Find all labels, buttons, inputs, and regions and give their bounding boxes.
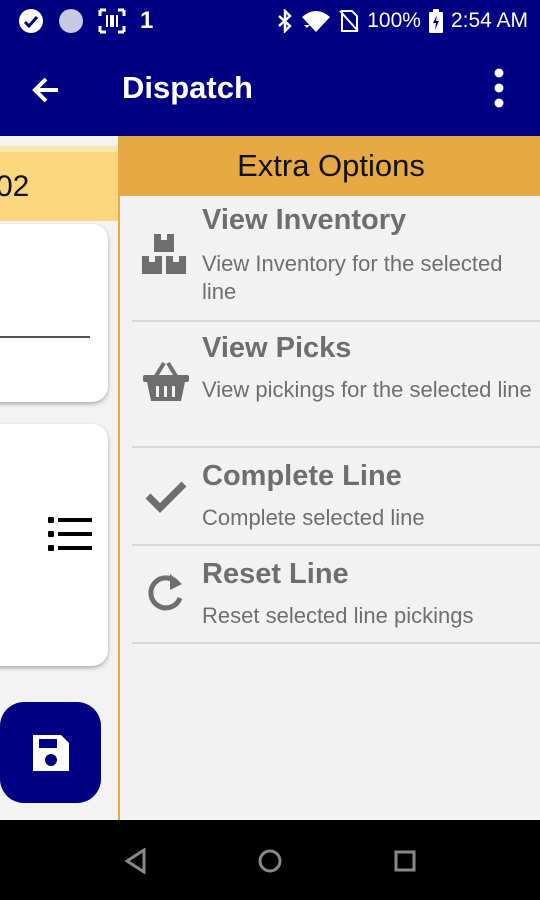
no-sim-icon: [339, 9, 359, 33]
battery-percent: 100%: [367, 9, 421, 32]
more-vert-icon: [494, 68, 504, 108]
option-view-picks[interactable]: View Picks View pickings for the selecte…: [132, 322, 540, 448]
save-icon: [33, 735, 69, 771]
option-title: View Picks: [202, 332, 352, 364]
option-reset-line[interactable]: Reset Line Reset selected line pickings: [132, 546, 540, 644]
list-icon[interactable]: [48, 516, 92, 552]
option-description: View Inventory for the selected line: [202, 251, 503, 304]
navigation-bar: [0, 820, 540, 900]
input-card[interactable]: [0, 224, 108, 402]
back-nav-icon[interactable]: [124, 848, 148, 874]
option-title: View Inventory: [202, 204, 407, 236]
option-description: View pickings for the selected line: [202, 377, 532, 402]
arrow-left-icon: [32, 77, 58, 103]
list-card[interactable]: [0, 424, 108, 666]
sync-icon: [18, 8, 44, 34]
basket-icon: [142, 358, 190, 406]
more-options-button[interactable]: [484, 66, 514, 110]
save-button[interactable]: [0, 702, 101, 803]
line-header-text: 02: [0, 170, 30, 203]
recents-nav-icon[interactable]: [393, 849, 417, 873]
circle-icon: [58, 8, 84, 34]
barcode-scanner-icon: [98, 8, 126, 34]
app-bar: Dispatch: [0, 42, 540, 136]
option-view-inventory[interactable]: View Inventory View Inventory for the se…: [132, 196, 540, 322]
boxes-icon: [142, 230, 190, 278]
option-description: Reset selected line pickings: [202, 603, 474, 628]
extra-options-drawer: Extra Options View Inventory View Invent…: [118, 136, 540, 820]
input-underline: [0, 336, 90, 338]
redo-icon: [142, 568, 190, 616]
option-title: Complete Line: [202, 460, 402, 492]
home-nav-icon[interactable]: [257, 848, 283, 874]
clock: 2:54 AM: [450, 9, 528, 32]
line-header: 02: [0, 146, 120, 221]
check-icon: [142, 472, 190, 520]
back-button[interactable]: [28, 70, 68, 110]
status-bar: 1 100% 2:54 AM: [0, 0, 540, 42]
option-description: Complete selected line: [202, 505, 425, 530]
notification-count: 1: [140, 7, 154, 34]
background-screen: 02: [0, 136, 120, 820]
bluetooth-icon: [277, 9, 293, 33]
page-title: Dispatch: [122, 70, 253, 105]
drawer-header: Extra Options: [120, 136, 540, 196]
option-title: Reset Line: [202, 558, 349, 590]
wifi-icon: [301, 9, 331, 33]
battery-charging-icon: [428, 9, 443, 33]
option-complete-line[interactable]: Complete Line Complete selected line: [132, 448, 540, 546]
